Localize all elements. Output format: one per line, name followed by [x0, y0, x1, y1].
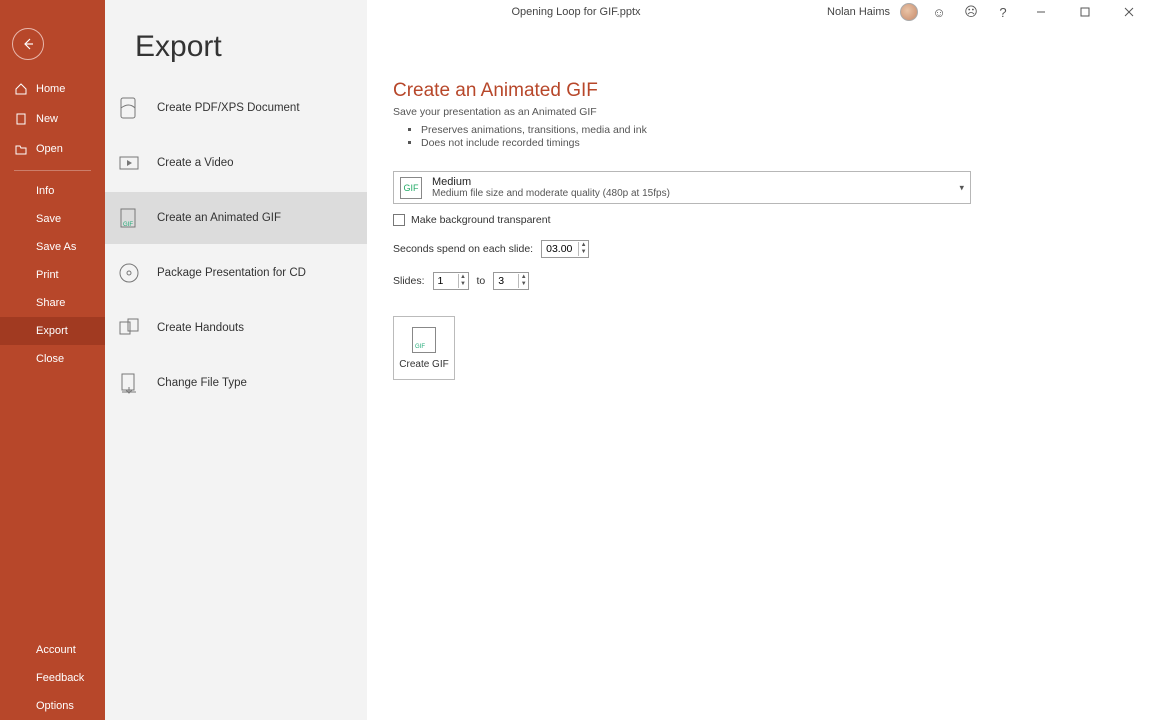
create-gif-icon	[412, 327, 436, 353]
close-icon	[1124, 7, 1134, 17]
sidebar-item-label: Share	[36, 297, 65, 309]
export-item-label: Create a Video	[157, 157, 234, 169]
slides-to-label: to	[477, 275, 486, 287]
avatar[interactable]	[900, 3, 918, 21]
spinner-arrows-icon[interactable]: ▲▼	[458, 274, 468, 288]
quality-desc: Medium file size and moderate quality (4…	[432, 188, 670, 199]
sidebar-item-label: Account	[36, 644, 76, 656]
face-sad-icon[interactable]: ☹	[960, 1, 982, 23]
slides-to-spinner[interactable]: ▲▼	[493, 272, 529, 290]
transparent-checkbox-row[interactable]: Make background transparent	[393, 214, 1152, 226]
bullet-item: Does not include recorded timings	[421, 137, 1152, 149]
export-item-label: Create PDF/XPS Document	[157, 102, 300, 114]
pdf-icon	[115, 94, 143, 122]
create-gif-label: Create GIF	[399, 359, 448, 370]
checkbox[interactable]	[393, 214, 405, 226]
maximize-button[interactable]	[1068, 0, 1102, 24]
sidebar-item-feedback[interactable]: Feedback	[0, 664, 105, 692]
slides-from-input[interactable]	[434, 275, 458, 287]
export-item-label: Change File Type	[157, 377, 247, 389]
sidebar-item-save-as[interactable]: Save As	[0, 233, 105, 261]
sidebar-item-print[interactable]: Print	[0, 261, 105, 289]
home-icon	[14, 82, 28, 96]
sidebar-item-close[interactable]: Close	[0, 345, 105, 373]
slides-from-spinner[interactable]: ▲▼	[433, 272, 469, 290]
panel-title: Create an Animated GIF	[393, 80, 1152, 102]
filetype-icon	[115, 369, 143, 397]
export-item-gif[interactable]: GIF Create an Animated GIF	[105, 192, 367, 244]
sidebar-separator	[14, 170, 91, 171]
sidebar-item-options[interactable]: Options	[0, 692, 105, 720]
sidebar-item-label: Print	[36, 269, 59, 281]
handouts-icon	[115, 314, 143, 342]
export-item-pdf[interactable]: Create PDF/XPS Document	[105, 82, 367, 134]
maximize-icon	[1080, 7, 1090, 17]
panel-bullets: Preserves animations, transitions, media…	[421, 124, 1152, 149]
sidebar-item-share[interactable]: Share	[0, 289, 105, 317]
sidebar-item-new[interactable]: New	[0, 104, 105, 134]
video-icon	[115, 149, 143, 177]
export-item-video[interactable]: Create a Video	[105, 137, 367, 189]
gif-icon: GIF	[115, 204, 143, 232]
create-gif-button[interactable]: Create GIF	[393, 316, 455, 380]
export-item-filetype[interactable]: Change File Type	[105, 357, 367, 409]
close-button[interactable]	[1112, 0, 1146, 24]
help-icon[interactable]: ?	[992, 1, 1014, 23]
export-types-column: Export Create PDF/XPS Document Create a …	[105, 0, 367, 720]
export-item-label: Create Handouts	[157, 322, 244, 334]
quality-name: Medium	[432, 176, 670, 188]
sidebar-item-label: Save As	[36, 241, 76, 253]
page-title: Export	[135, 30, 367, 64]
titlebar-right: Nolan Haims ☺ ☹ ?	[827, 0, 1146, 24]
document-title: Opening Loop for GIF.pptx	[511, 6, 640, 18]
quality-dropdown[interactable]: GIF Medium Medium file size and moderate…	[393, 171, 971, 204]
quality-icon: GIF	[400, 177, 422, 199]
export-details-panel: Create an Animated GIF Save your present…	[367, 80, 1152, 380]
back-button[interactable]	[12, 28, 44, 60]
sidebar-item-label: Options	[36, 700, 74, 712]
slides-to-input[interactable]	[494, 275, 518, 287]
cd-icon	[115, 259, 143, 287]
sidebar-item-label: Home	[36, 83, 65, 95]
face-happy-icon[interactable]: ☺	[928, 1, 950, 23]
sidebar-item-label: Save	[36, 213, 61, 225]
sidebar-item-save[interactable]: Save	[0, 205, 105, 233]
export-item-label: Package Presentation for CD	[157, 267, 306, 279]
backstage-sidebar: Home New Open Info Save Save As Print Sh…	[0, 0, 105, 720]
sidebar-item-label: Close	[36, 353, 64, 365]
sidebar-item-account[interactable]: Account	[0, 636, 105, 664]
slides-label: Slides:	[393, 275, 425, 287]
sidebar-item-info[interactable]: Info	[0, 177, 105, 205]
chevron-down-icon: ▾	[959, 182, 964, 193]
quality-text: Medium Medium file size and moderate qua…	[432, 176, 670, 199]
user-name: Nolan Haims	[827, 6, 890, 18]
panel-subtitle: Save your presentation as an Animated GI…	[393, 106, 1152, 118]
back-arrow-icon	[21, 37, 35, 51]
minimize-button[interactable]	[1024, 0, 1058, 24]
sidebar-item-label: Info	[36, 185, 54, 197]
sidebar-item-label: Feedback	[36, 672, 84, 684]
sidebar-item-label: Open	[36, 143, 63, 155]
bullet-item: Preserves animations, transitions, media…	[421, 124, 1152, 136]
sidebar-item-label: New	[36, 113, 58, 125]
seconds-input[interactable]	[542, 243, 578, 255]
seconds-label: Seconds spend on each slide:	[393, 243, 533, 255]
export-item-label: Create an Animated GIF	[157, 212, 281, 224]
sidebar-item-home[interactable]: Home	[0, 74, 105, 104]
spinner-arrows-icon[interactable]: ▲▼	[518, 274, 528, 288]
open-icon	[14, 142, 28, 156]
seconds-spinner[interactable]: ▲▼	[541, 240, 589, 258]
spinner-arrows-icon[interactable]: ▲▼	[578, 242, 588, 256]
sidebar-item-label: Export	[36, 325, 68, 337]
export-item-handouts[interactable]: Create Handouts	[105, 302, 367, 354]
export-item-cd[interactable]: Package Presentation for CD	[105, 247, 367, 299]
new-icon	[14, 112, 28, 126]
sidebar-item-export[interactable]: Export	[0, 317, 105, 345]
minimize-icon	[1036, 7, 1046, 17]
sidebar-item-open[interactable]: Open	[0, 134, 105, 164]
svg-text:GIF: GIF	[123, 222, 133, 228]
checkbox-label: Make background transparent	[411, 214, 551, 226]
